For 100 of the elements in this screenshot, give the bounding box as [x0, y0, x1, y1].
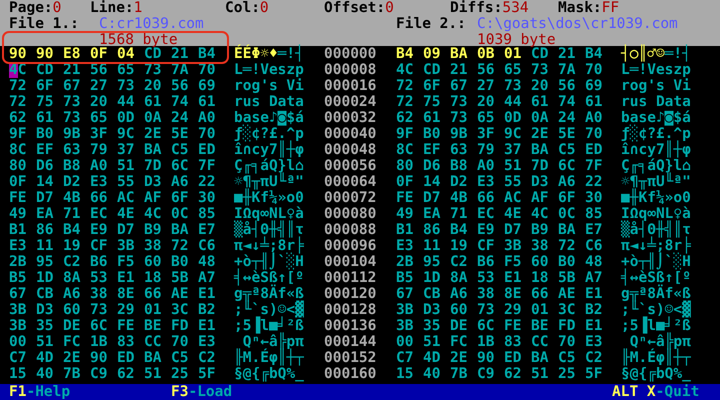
- hex-byte: 4E: [117, 206, 135, 222]
- hex-byte: 8E: [117, 286, 135, 302]
- hex-byte: 67: [9, 286, 27, 302]
- hex-byte: A6: [171, 174, 189, 190]
- hex-byte: C2: [63, 254, 81, 270]
- hex-byte: FE: [396, 190, 414, 206]
- ascii-text: π◄↓╧;8 r╞: [234, 238, 305, 254]
- ascii-text: IΩq∞NL♀à: [621, 206, 692, 222]
- offset-text: 000008: [324, 62, 378, 78]
- status-value: 0: [52, 0, 62, 16]
- file-path: C:\goats\dos\cr1039.com: [477, 16, 678, 32]
- hex-byte: 8A: [63, 270, 81, 286]
- status-label: Mask:: [558, 0, 602, 16]
- hex-byte: 51: [531, 366, 549, 382]
- hex-byte: B1: [9, 222, 27, 238]
- hex-byte: 70: [198, 126, 216, 142]
- hex-byte: 72: [396, 94, 414, 110]
- file-size: 1568 byte: [99, 32, 178, 48]
- hex-byte: 7A: [558, 62, 576, 78]
- hex-byte: 5E: [171, 126, 189, 142]
- hex-byte: 7D: [531, 158, 549, 174]
- ascii-text: ƒ░¢?£.^p: [621, 126, 692, 142]
- hex-byte: 35: [36, 318, 54, 334]
- hex-byte: B8: [450, 158, 468, 174]
- hex-byte: 73: [450, 110, 468, 126]
- hex-byte: FE: [117, 318, 135, 334]
- hex-byte: 73: [531, 62, 549, 78]
- hex-byte: 29: [117, 302, 135, 318]
- status-value: 0: [385, 0, 394, 16]
- hex-byte: D6: [36, 158, 54, 174]
- hex-byte: 01: [144, 302, 162, 318]
- hex-byte: 71: [450, 206, 468, 222]
- hex-byte: B1: [396, 222, 414, 238]
- hex-byte: B5: [396, 270, 414, 286]
- hex-byte: 71: [63, 206, 81, 222]
- key-name: F3: [171, 384, 188, 400]
- ascii-text: Ç╓╕áQ}l⌂: [621, 158, 692, 174]
- hex-byte: 3C: [171, 302, 189, 318]
- key-name: ALT X: [612, 384, 656, 400]
- hex-byte: CD: [144, 46, 162, 62]
- hex-byte: 56: [558, 78, 576, 94]
- key-action: -Help: [26, 384, 70, 400]
- ascii-text: rus Data: [234, 94, 305, 110]
- hex-byte: CF: [477, 238, 495, 254]
- hex-byte: 15: [396, 366, 414, 382]
- hex-byte: EC: [90, 206, 108, 222]
- hex-byte: 79: [90, 142, 108, 158]
- key-action: -Load: [188, 384, 232, 400]
- hex-byte: 8A: [450, 270, 468, 286]
- hex-byte: 67: [63, 78, 81, 94]
- hex-byte: 5B: [558, 270, 576, 286]
- offset-text: 000096: [324, 238, 378, 254]
- hex-byte: CC: [531, 334, 549, 350]
- hex-byte: 60: [144, 254, 162, 270]
- hex-byte: 95: [423, 254, 441, 270]
- hex-byte: 27: [477, 78, 495, 94]
- hex-byte: FD: [558, 318, 576, 334]
- hex-byte: 5F: [585, 366, 603, 382]
- hex-byte: 49: [396, 206, 414, 222]
- status-label: Line:: [90, 0, 134, 16]
- offset-text: 000040: [324, 126, 378, 142]
- hex-byte: 7F: [198, 158, 216, 174]
- hex-byte: 73: [63, 110, 81, 126]
- hex-byte: A0: [198, 110, 216, 126]
- hex-byte: 24: [558, 110, 576, 126]
- file-label: File 1.:: [9, 16, 79, 32]
- hex-byte: 30: [585, 190, 603, 206]
- hex-byte: 40: [423, 366, 441, 382]
- hex-byte: CB: [423, 286, 441, 302]
- hex-byte: ED: [117, 350, 135, 366]
- ascii-text: ╟M.Éφ║┼┬: [234, 350, 305, 366]
- hex-byte: E1: [117, 270, 135, 286]
- hex-byte: 61: [585, 94, 603, 110]
- ascii-text: ☼¶╥πU╙ª": [621, 174, 692, 190]
- hex-byte: 2E: [531, 126, 549, 142]
- hex-byte: C7: [396, 350, 414, 366]
- hex-byte: B6: [90, 254, 108, 270]
- hex-byte: 65: [90, 110, 108, 126]
- hex-byte: 27: [90, 78, 108, 94]
- hex-byte: D3: [144, 174, 162, 190]
- hex-byte: 62: [9, 110, 27, 126]
- hex-byte: B4: [198, 46, 216, 62]
- hex-byte: FC: [450, 334, 468, 350]
- hex-byte: 9F: [9, 126, 27, 142]
- offset-text: 000128: [324, 302, 378, 318]
- ascii-text: IΩq∞NL♀à: [234, 206, 305, 222]
- hex-byte: 85: [585, 206, 603, 222]
- hex-byte: B8: [63, 158, 81, 174]
- offset-text: 000072: [324, 190, 378, 206]
- hex-byte: 60: [531, 254, 549, 270]
- hex-byte: 4D: [36, 350, 54, 366]
- ascii-text: ╡↔èSß↑[º: [234, 270, 305, 286]
- hex-byte: 63: [450, 142, 468, 158]
- hex-byte: 7B: [450, 366, 468, 382]
- hex-byte: 70: [558, 334, 576, 350]
- hex-byte: E1: [585, 286, 603, 302]
- offset-text: 000120: [324, 286, 378, 302]
- status-label: Diffs:: [450, 0, 502, 16]
- hex-byte: E1: [198, 318, 216, 334]
- hex-byte: 37: [504, 142, 522, 158]
